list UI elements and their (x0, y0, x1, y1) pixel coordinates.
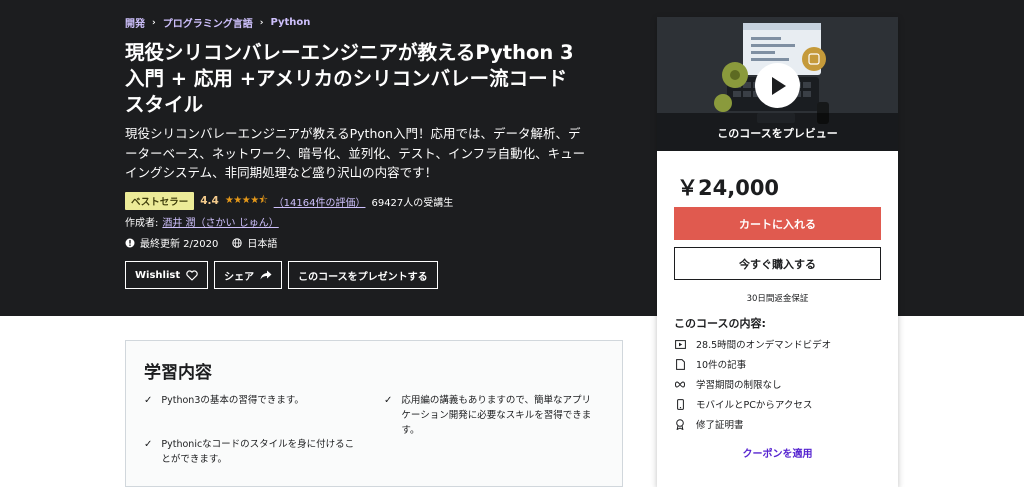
purchase-sidebar: このコースをプレビュー ￥24,000 カートに入れる 今すぐ購入する 30日間… (657, 17, 898, 487)
learn-item-line: Python3の基本の習得できます。 (161, 395, 304, 406)
learn-item-text: 応用編の講義もありますので、簡単なアプリ ケーション開発に必要なスキルを習得でき… (401, 393, 591, 438)
breadcrumb: 開発 › プログラミング言語 › Python (125, 15, 310, 30)
share-arrow-icon (260, 270, 272, 280)
rating-value: 4.4 (200, 195, 219, 207)
certificate-icon (674, 418, 686, 430)
course-subtitle-line: ーターベース、ネットワーク、暗号化、並列化、テスト、インフラ自動化、キュー (125, 145, 586, 161)
gift-course-button-label: このコースをプレゼントする (298, 271, 428, 283)
last-updated: 最終更新 2/2020 (125, 235, 218, 250)
learn-item-line: とができます。 (161, 454, 227, 465)
course-language: 日本語 (232, 235, 277, 250)
alert-badge-icon (125, 238, 135, 247)
preview-label: このコースをプレビュー (717, 127, 838, 140)
check-icon: ✓ (144, 395, 153, 406)
bestseller-badge: ベストセラー (125, 192, 195, 210)
course-subtitle: 現役シリコンバレーエンジニアが教えるPython入門！応用では、データ解析、デ … (125, 124, 637, 183)
reviews-link[interactable]: （14164件の評価） (274, 194, 366, 209)
heart-icon (186, 269, 198, 281)
chevron-right-icon: › (152, 17, 156, 28)
learn-item: ✓ Python3の基本の習得できます。 (144, 393, 304, 408)
buy-now-button[interactable]: 今すぐ購入する (674, 247, 881, 280)
includes-title: このコースの内容: (674, 317, 766, 330)
what-you-learn-section: 学習内容 ✓ Python3の基本の習得できます。 ✓ 応用編の講義もありますの… (125, 340, 623, 487)
learn-item: ✓ 応用編の講義もありますので、簡単なアプリ ケーション開発に必要なスキルを習得… (384, 393, 591, 438)
includes-item-label: 学習期間の制限なし (696, 380, 782, 391)
breadcrumb-item-programming-languages[interactable]: プログラミング言語 (163, 15, 253, 30)
breadcrumb-item-development[interactable]: 開発 (125, 15, 145, 30)
course-price: ￥24,000 (677, 176, 780, 200)
includes-item: 28.5時間のオンデマンドビデオ (674, 337, 831, 351)
course-title-line: 入門 + 応用 +アメリカのシリコンバレー流コード (125, 67, 568, 90)
course-subtitle-line: イングシステム、非同期処理など盛り沢山の内容です！ (125, 165, 438, 180)
learn-item-line: す。 (401, 425, 420, 436)
share-button-label: シェア (224, 271, 255, 283)
learn-item-line: 応用編の講義もありますので、簡単なアプリ (401, 395, 592, 406)
learn-item-line: ケーション開発に必要なスキルを習得できま (401, 410, 592, 421)
share-button[interactable]: シェア (214, 261, 283, 289)
money-back-guarantee: 30日間返金保証 (746, 294, 809, 304)
check-icon: ✓ (144, 439, 153, 450)
play-icon (771, 76, 786, 95)
check-icon: ✓ (384, 395, 393, 406)
apply-coupon-link[interactable]: クーポンを適用 (657, 445, 898, 460)
wishlist-button-label: Wishlist (135, 269, 181, 281)
add-to-cart-button[interactable]: カートに入れる (674, 207, 881, 240)
author-link[interactable]: 酒井 潤（さかい じゅん） (162, 214, 278, 229)
globe-icon (232, 237, 243, 248)
course-title: 現役シリコンバレーエンジニアが教えるPython 3 入門 + 応用 +アメリカ… (125, 40, 640, 118)
students-count: 69427人の受講生 (371, 197, 454, 209)
rating-row: ベストセラー 4.4 ★★★★⯪ （14164件の評価） 69427人の受講生 (125, 192, 453, 210)
course-title-line: 現役シリコンバレーエンジニアが教えるPython 3 (125, 41, 574, 64)
includes-item-label: 10件の記事 (696, 360, 747, 371)
learn-item-text: Pythonicなコードのスタイルを身に付けるこ とができます。 (161, 437, 354, 467)
last-updated-text: 最終更新 2/2020 (140, 239, 219, 250)
learn-item-line: Pythonicなコードのスタイルを身に付けるこ (161, 439, 355, 450)
includes-item-label: モバイルとPCからアクセス (696, 400, 813, 411)
chevron-right-icon: › (259, 17, 264, 28)
learn-item: ✓ Pythonicなコードのスタイルを身に付けるこ とができます。 (144, 437, 354, 467)
breadcrumb-item-python[interactable]: Python (270, 17, 310, 28)
infinity-icon (674, 380, 686, 388)
what-you-learn-title: 学習内容 (144, 363, 212, 383)
star-rating-icon: ★★★★⯪ (224, 194, 268, 206)
includes-item-label: 28.5時間のオンデマンドビデオ (696, 340, 832, 351)
includes-item-label: 修了証明書 (696, 420, 744, 431)
wishlist-button[interactable]: Wishlist (125, 261, 209, 289)
mobile-icon (674, 398, 686, 410)
includes-item: 修了証明書 (674, 417, 744, 431)
course-preview[interactable]: このコースをプレビュー (657, 17, 898, 151)
video-icon (674, 339, 686, 349)
course-subtitle-line: 現役シリコンバレーエンジニアが教えるPython入門！応用では、データ解析、デ (125, 126, 581, 141)
play-button[interactable] (755, 63, 800, 108)
includes-item: 10件の記事 (674, 357, 746, 371)
meta-row: 最終更新 2/2020 日本語 (125, 235, 277, 250)
article-icon (674, 358, 686, 370)
includes-item: モバイルとPCからアクセス (674, 397, 812, 411)
course-language-text: 日本語 (247, 239, 278, 250)
includes-item: 学習期間の制限なし (674, 377, 782, 391)
author-row: 作成者: 酒井 潤（さかい じゅん） (125, 214, 279, 229)
gift-course-button[interactable]: このコースをプレゼントする (288, 261, 438, 289)
course-title-line: スタイル (125, 93, 204, 116)
author-label: 作成者: (125, 218, 159, 229)
action-buttons: Wishlist シェア このコースをプレゼントする (125, 261, 438, 289)
learn-item-text: Python3の基本の習得できます。 (161, 393, 304, 408)
